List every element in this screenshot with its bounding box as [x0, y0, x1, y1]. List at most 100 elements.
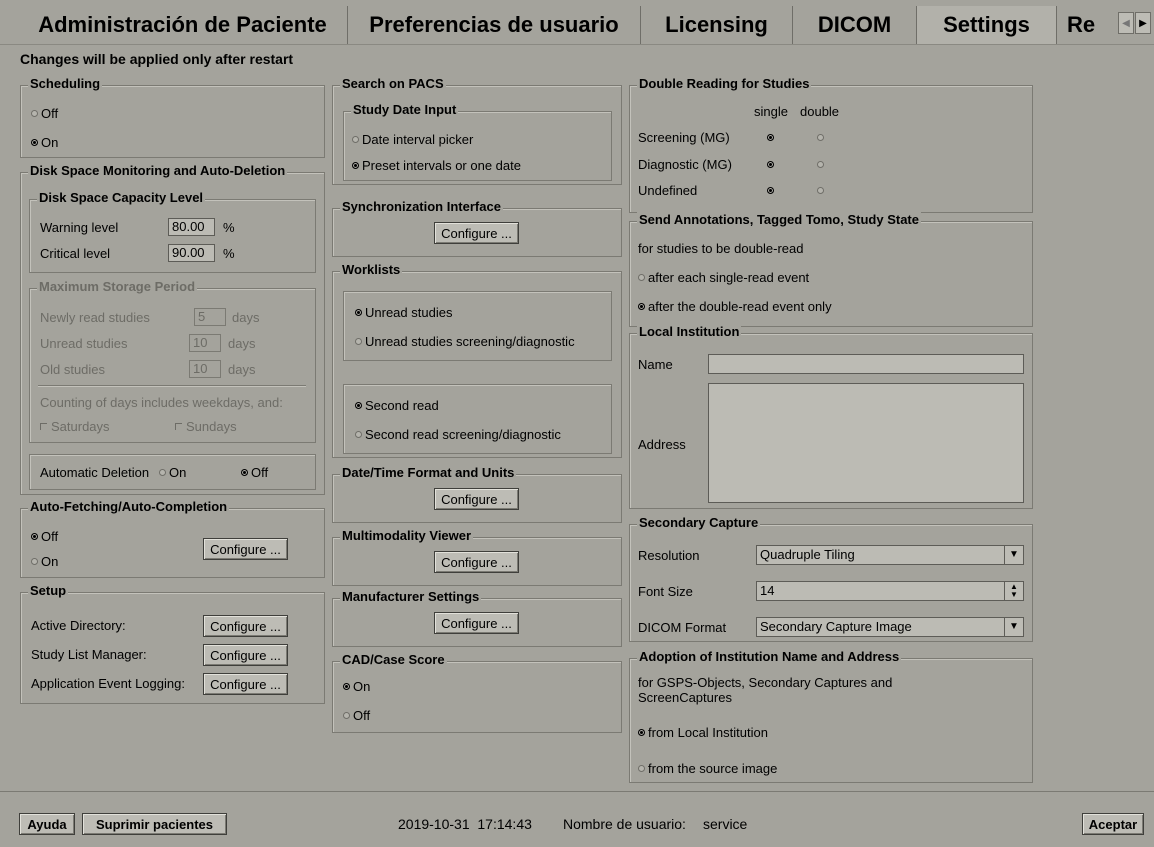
datetime-configure-button[interactable]: Configure ...	[434, 488, 519, 510]
tab-dicom[interactable]: DICOM	[793, 6, 917, 44]
pacs-search-group: Search on PACS Study Date Input Date int…	[332, 76, 622, 185]
tab-patient-admin[interactable]: Administración de Paciente	[18, 6, 348, 44]
tab-licensing[interactable]: Licensing	[641, 6, 793, 44]
local-institution-title: Local Institution	[637, 324, 742, 339]
mmv-configure-button[interactable]: Configure ...	[434, 551, 519, 573]
auto-deletion-on-radio[interactable]: On	[159, 465, 186, 480]
undefined-double-radio[interactable]	[817, 187, 824, 194]
font-size-spinner[interactable]: 14 ▲ ▼	[756, 581, 1024, 601]
delete-patients-button[interactable]: Suprimir pacientes	[82, 813, 227, 835]
single-column-header: single	[754, 104, 788, 119]
adoption-title: Adoption of Institution Name and Address	[637, 649, 902, 664]
worklists-group: Worklists Unread studies Unread studies …	[332, 262, 622, 458]
tab-user-preferences[interactable]: Preferencias de usuario	[348, 6, 641, 44]
auto-deletion-off-radio[interactable]: Off	[241, 465, 268, 480]
diagnostic-single-radio[interactable]	[767, 161, 774, 168]
unread-worklist-group: Unread studies Unread studies screening/…	[343, 291, 612, 361]
storage-period-title: Maximum Storage Period	[37, 279, 198, 294]
unread-input[interactable]: 10	[189, 334, 221, 352]
setup-title: Setup	[28, 583, 69, 598]
counting-days-note: Counting of days includes weekdays, and:	[40, 395, 283, 410]
secondary-capture-group: Secondary Capture Resolution Quadruple T…	[629, 515, 1033, 642]
resolution-select[interactable]: Quadruple Tiling ▼	[756, 545, 1024, 565]
sync-configure-button[interactable]: Configure ...	[434, 222, 519, 244]
tab-scroll-left-icon[interactable]: ◀	[1118, 12, 1134, 34]
old-studies-input[interactable]: 10	[189, 360, 221, 378]
local-institution-group: Local Institution Name Address	[629, 324, 1033, 509]
date-interval-picker-radio[interactable]: Date interval picker	[352, 132, 473, 147]
institution-address-label: Address	[638, 437, 686, 452]
resolution-dropdown-icon[interactable]: ▼	[1004, 546, 1023, 564]
username-value: service	[703, 816, 748, 832]
scheduling-on-radio[interactable]: On	[31, 135, 58, 150]
after-double-read-radio[interactable]: after the double-read event only	[638, 299, 832, 314]
second-read-screening-diagnostic-radio[interactable]: Second read screening/diagnostic	[355, 427, 561, 442]
tab-scroll-right-icon[interactable]: ▶	[1135, 12, 1151, 34]
autofetch-configure-button[interactable]: Configure ...	[203, 538, 288, 560]
screening-double-radio[interactable]	[817, 134, 824, 141]
datetime-format-group: Date/Time Format and Units Configure ...	[332, 465, 622, 523]
adoption-group: Adoption of Institution Name and Address…	[629, 649, 1033, 783]
font-size-stepper-icon[interactable]: ▲ ▼	[1004, 582, 1023, 600]
footer-bar: Ayuda Suprimir pacientes 2019-10-31 17:1…	[0, 791, 1154, 847]
diagnostic-double-radio[interactable]	[817, 161, 824, 168]
institution-address-input[interactable]	[708, 383, 1024, 503]
dicom-format-label: DICOM Format	[638, 620, 727, 635]
newly-read-input[interactable]: 5	[194, 308, 226, 326]
multimodality-viewer-group: Multimodality Viewer Configure ...	[332, 528, 622, 586]
cad-off-radio[interactable]: Off	[343, 708, 370, 723]
unread-screening-diagnostic-radio[interactable]: Unread studies screening/diagnostic	[355, 334, 575, 349]
unread-studies-radio[interactable]: Unread studies	[355, 305, 452, 320]
institution-name-input[interactable]	[708, 354, 1024, 374]
multimodality-viewer-title: Multimodality Viewer	[340, 528, 474, 543]
secondary-capture-title: Secondary Capture	[637, 515, 761, 530]
event-logging-configure-button[interactable]: Configure ...	[203, 673, 288, 695]
undefined-label: Undefined	[638, 183, 698, 198]
unread-unit: days	[228, 336, 256, 351]
storage-divider	[38, 385, 306, 387]
accept-button[interactable]: Aceptar	[1082, 813, 1144, 835]
manufacturer-settings-group: Manufacturer Settings Configure ...	[332, 589, 622, 647]
unread-label: Unread studies	[40, 336, 128, 351]
second-read-radio[interactable]: Second read	[355, 398, 439, 413]
disk-monitoring-group: Disk Space Monitoring and Auto-Deletion …	[20, 163, 325, 495]
pacs-search-title: Search on PACS	[340, 76, 446, 91]
tab-settings[interactable]: Settings	[917, 6, 1057, 44]
sundays-checkbox[interactable]: Sundays	[175, 419, 237, 434]
from-local-institution-radio[interactable]: from Local Institution	[638, 725, 768, 740]
adoption-description-line2: ScreenCaptures	[638, 690, 732, 705]
study-list-manager-label: Study List Manager:	[31, 647, 147, 662]
screening-single-radio[interactable]	[767, 134, 774, 141]
study-list-manager-configure-button[interactable]: Configure ...	[203, 644, 288, 666]
critical-level-input[interactable]: 90.00	[168, 244, 215, 262]
after-single-read-radio[interactable]: after each single-read event	[638, 270, 809, 285]
tab-partial[interactable]: Re	[1057, 6, 1117, 44]
active-directory-configure-button[interactable]: Configure ...	[203, 615, 288, 637]
cad-on-radio[interactable]: On	[343, 679, 370, 694]
undefined-single-radio[interactable]	[767, 187, 774, 194]
autofetch-off-radio[interactable]: Off	[31, 529, 58, 544]
worklists-title: Worklists	[340, 262, 403, 277]
dicom-format-select[interactable]: Secondary Capture Image ▼	[756, 617, 1024, 637]
from-source-image-radio[interactable]: from the source image	[638, 761, 777, 776]
critical-unit: %	[223, 246, 235, 261]
tab-bar: Administración de Paciente Preferencias …	[0, 0, 1154, 44]
warning-level-input[interactable]: 80.00	[168, 218, 215, 236]
critical-level-label: Critical level	[40, 246, 111, 261]
help-button[interactable]: Ayuda	[19, 813, 75, 835]
sync-interface-title: Synchronization Interface	[340, 199, 503, 214]
autofetch-on-radio[interactable]: On	[31, 554, 58, 569]
dicom-format-dropdown-icon[interactable]: ▼	[1004, 618, 1023, 636]
manufacturer-configure-button[interactable]: Configure ...	[434, 612, 519, 634]
capacity-title: Disk Space Capacity Level	[37, 190, 206, 205]
newly-read-label: Newly read studies	[40, 310, 150, 325]
current-datetime: 2019-10-31 17:14:43	[398, 816, 532, 832]
diagnostic-mg-label: Diagnostic (MG)	[638, 157, 732, 172]
preset-intervals-radio[interactable]: Preset intervals or one date	[352, 158, 521, 173]
font-size-label: Font Size	[638, 584, 693, 599]
warning-unit: %	[223, 220, 235, 235]
double-column-header: double	[800, 104, 840, 119]
event-logging-label: Application Event Logging:	[31, 676, 185, 691]
scheduling-off-radio[interactable]: Off	[31, 106, 58, 121]
saturdays-checkbox[interactable]: Saturdays	[40, 419, 110, 434]
